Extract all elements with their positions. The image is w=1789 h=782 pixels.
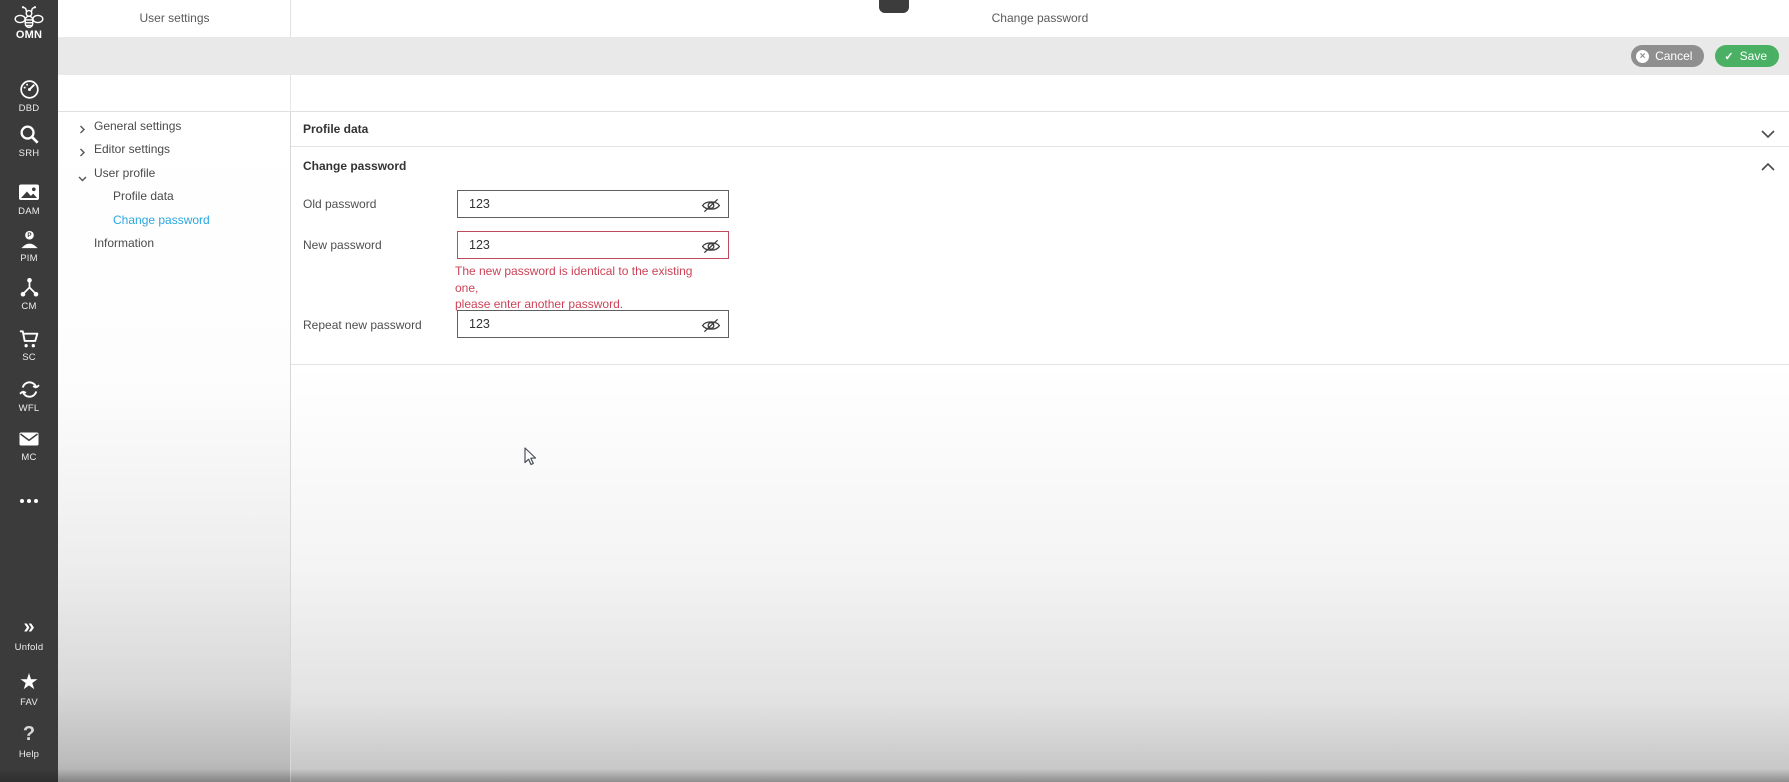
image-icon (0, 181, 58, 204)
cancel-button-label: Cancel (1655, 49, 1693, 63)
rail-item-omn-logo[interactable]: OMN (0, 5, 58, 41)
rail-item-label: MC (21, 452, 37, 463)
rail-item-dbd[interactable]: DBD (0, 78, 58, 114)
section-title: Profile data (303, 122, 369, 136)
tree-item-label: General settings (94, 119, 182, 133)
action-toolbar: × Cancel ✓ Save (58, 37, 1789, 75)
rail-item-unfold[interactable]: » Unfold (0, 617, 58, 653)
rail-item-wfl[interactable]: WFL (0, 378, 58, 414)
rail-item-label: Help (18, 749, 40, 760)
cart-icon (0, 327, 58, 350)
question-icon: ? (22, 723, 36, 745)
chevron-right-icon (78, 145, 86, 159)
tree-item-change-password[interactable]: Change password (58, 209, 290, 232)
camera-overlay-icon (879, 0, 909, 13)
section-header-change-password[interactable]: Change password (291, 147, 1789, 183)
new-password-input[interactable] (457, 231, 729, 259)
rail-item-dam[interactable]: DAM (0, 181, 58, 217)
old-password-label: Old password (303, 197, 377, 211)
rail-item-label: SRH (18, 148, 40, 159)
bee-icon (0, 5, 58, 29)
rail-item-label: CM (21, 301, 37, 312)
chevron-down-icon (1761, 125, 1775, 143)
cancel-x-icon: × (1636, 49, 1650, 63)
rail-item-label: FAV (20, 697, 38, 708)
page-title: Change password (991, 11, 1089, 25)
rail-item-label: OMN (15, 29, 43, 41)
rail-item-label: SC (22, 352, 36, 363)
repeat-new-password-field-wrap (457, 310, 729, 338)
section-header-profile-data[interactable]: Profile data (291, 112, 1789, 147)
password-error-message: The new password is identical to the exi… (455, 263, 717, 313)
rail-item-label: WFL (18, 403, 40, 414)
rail-item-fav[interactable]: ★ FAV (0, 669, 58, 709)
rail-item-label: Unfold (14, 642, 44, 653)
tree-item-label: User profile (94, 166, 156, 180)
rail-item-help[interactable]: ? Help (0, 724, 58, 760)
main-content: Profile data Change password Old passwor… (291, 112, 1789, 782)
app-rail: OMN DBD SRH DAM P PIM CM SC WFL MC » Unf… (0, 0, 58, 782)
search-icon (0, 123, 58, 146)
new-password-label: New password (303, 238, 382, 252)
dashboard-icon (0, 78, 58, 101)
old-password-input[interactable] (457, 190, 729, 218)
tree-item-label: Editor settings (94, 142, 171, 156)
save-button-label: Save (1739, 49, 1767, 63)
divider (290, 75, 291, 111)
tree-item-profile-data[interactable]: Profile data (58, 185, 290, 208)
toggle-password-visibility-icon[interactable] (701, 197, 721, 213)
password-error-line1: The new password is identical to the exi… (455, 264, 693, 295)
chevron-right-icon (78, 122, 86, 136)
rail-item-more[interactable] (0, 489, 58, 512)
section-title: Change password (303, 159, 407, 173)
share-icon (0, 276, 58, 299)
rail-item-label: DBD (18, 103, 40, 114)
toggle-password-visibility-icon[interactable] (701, 238, 721, 254)
tree-item-general-settings[interactable]: General settings (58, 115, 290, 138)
divider (291, 364, 1789, 365)
tree-item-label: Profile data (113, 189, 174, 203)
repeat-new-password-input[interactable] (457, 310, 729, 338)
top-bar: User settings Change password (58, 0, 1789, 37)
rail-item-sc[interactable]: SC (0, 327, 58, 363)
tree-item-label: Change password (113, 213, 210, 227)
person-icon: P (0, 228, 58, 251)
save-button[interactable]: ✓ Save (1715, 45, 1779, 67)
star-icon: ★ (19, 669, 39, 694)
cancel-button[interactable]: × Cancel (1631, 45, 1705, 67)
header-spacer (58, 75, 1789, 112)
chevron-down-icon (78, 171, 87, 185)
mail-icon (0, 427, 58, 450)
check-icon: ✓ (1724, 50, 1734, 63)
rail-item-srh[interactable]: SRH (0, 123, 58, 159)
rail-item-mc[interactable]: MC (0, 427, 58, 463)
tree-item-information[interactable]: Information (58, 232, 290, 255)
tree-item-editor-settings[interactable]: Editor settings (58, 138, 290, 161)
ellipsis-icon (0, 489, 58, 512)
rail-item-label: DAM (18, 206, 40, 217)
app-window: OMN DBD SRH DAM P PIM CM SC WFL MC » Unf… (0, 0, 1789, 782)
sync-icon (0, 378, 58, 401)
sidebar-title: User settings (139, 11, 210, 25)
svg-text:P: P (27, 232, 31, 239)
settings-sidebar: General settings Editor settings User pr… (58, 112, 291, 782)
old-password-field-wrap (457, 190, 729, 218)
tree-item-user-profile[interactable]: User profile (58, 162, 290, 185)
rail-item-cm[interactable]: CM (0, 276, 58, 312)
double-chevron-right-icon: » (23, 616, 35, 638)
tree-item-label: Information (94, 236, 155, 250)
toggle-password-visibility-icon[interactable] (701, 317, 721, 333)
rail-item-pim[interactable]: P PIM (0, 228, 58, 264)
rail-item-label: PIM (20, 253, 38, 264)
repeat-new-password-label: Repeat new password (303, 318, 422, 332)
chevron-up-icon (1761, 158, 1775, 176)
new-password-field-wrap (457, 231, 729, 259)
